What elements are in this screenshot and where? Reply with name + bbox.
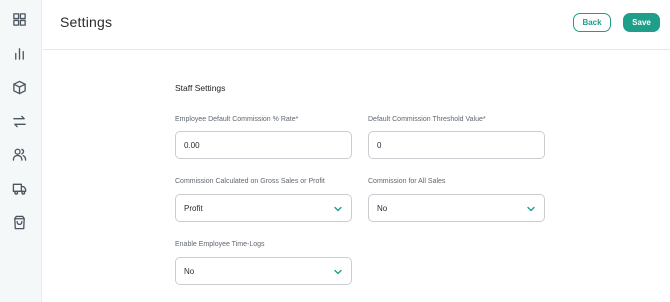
time-logs-select[interactable]: No	[175, 257, 352, 285]
time-logs-label: Enable Employee Time-Logs	[175, 241, 265, 248]
calc-basis-value: Profit	[184, 203, 203, 213]
threshold-value-input[interactable]: 0	[368, 131, 545, 159]
truck-icon[interactable]	[11, 180, 27, 196]
all-sales-label: Commission for All Sales	[368, 178, 446, 185]
time-logs-value: No	[184, 266, 195, 276]
commission-rate-label: Employee Default Commission % Rate*	[175, 116, 299, 123]
header: Settings Back Save	[43, 0, 670, 50]
all-sales-value: No	[377, 203, 388, 213]
sidebar	[0, 0, 42, 302]
commission-rate-value: 0.00	[184, 140, 200, 150]
grid-icon[interactable]	[11, 11, 27, 27]
page-title: Settings	[60, 14, 113, 30]
save-button[interactable]: Save	[623, 13, 660, 32]
chevron-down-icon	[334, 269, 342, 275]
transfer-arrows-icon[interactable]	[11, 113, 27, 129]
section-title: Staff Settings	[175, 83, 226, 93]
chevron-down-icon	[527, 206, 535, 212]
bar-chart-icon[interactable]	[11, 45, 27, 61]
back-button[interactable]: Back	[573, 13, 611, 32]
threshold-value-value: 0	[377, 140, 382, 150]
all-sales-select[interactable]: No	[368, 194, 545, 222]
threshold-value-label: Default Commission Threshold Value*	[368, 116, 486, 123]
commission-rate-input[interactable]: 0.00	[175, 131, 352, 159]
chevron-down-icon	[334, 206, 342, 212]
calc-basis-label: Commission Calculated on Gross Sales or …	[175, 178, 325, 185]
users-icon[interactable]	[11, 146, 27, 162]
calc-basis-select[interactable]: Profit	[175, 194, 352, 222]
box-icon[interactable]	[11, 79, 27, 95]
shopping-bag-icon[interactable]	[11, 214, 27, 230]
